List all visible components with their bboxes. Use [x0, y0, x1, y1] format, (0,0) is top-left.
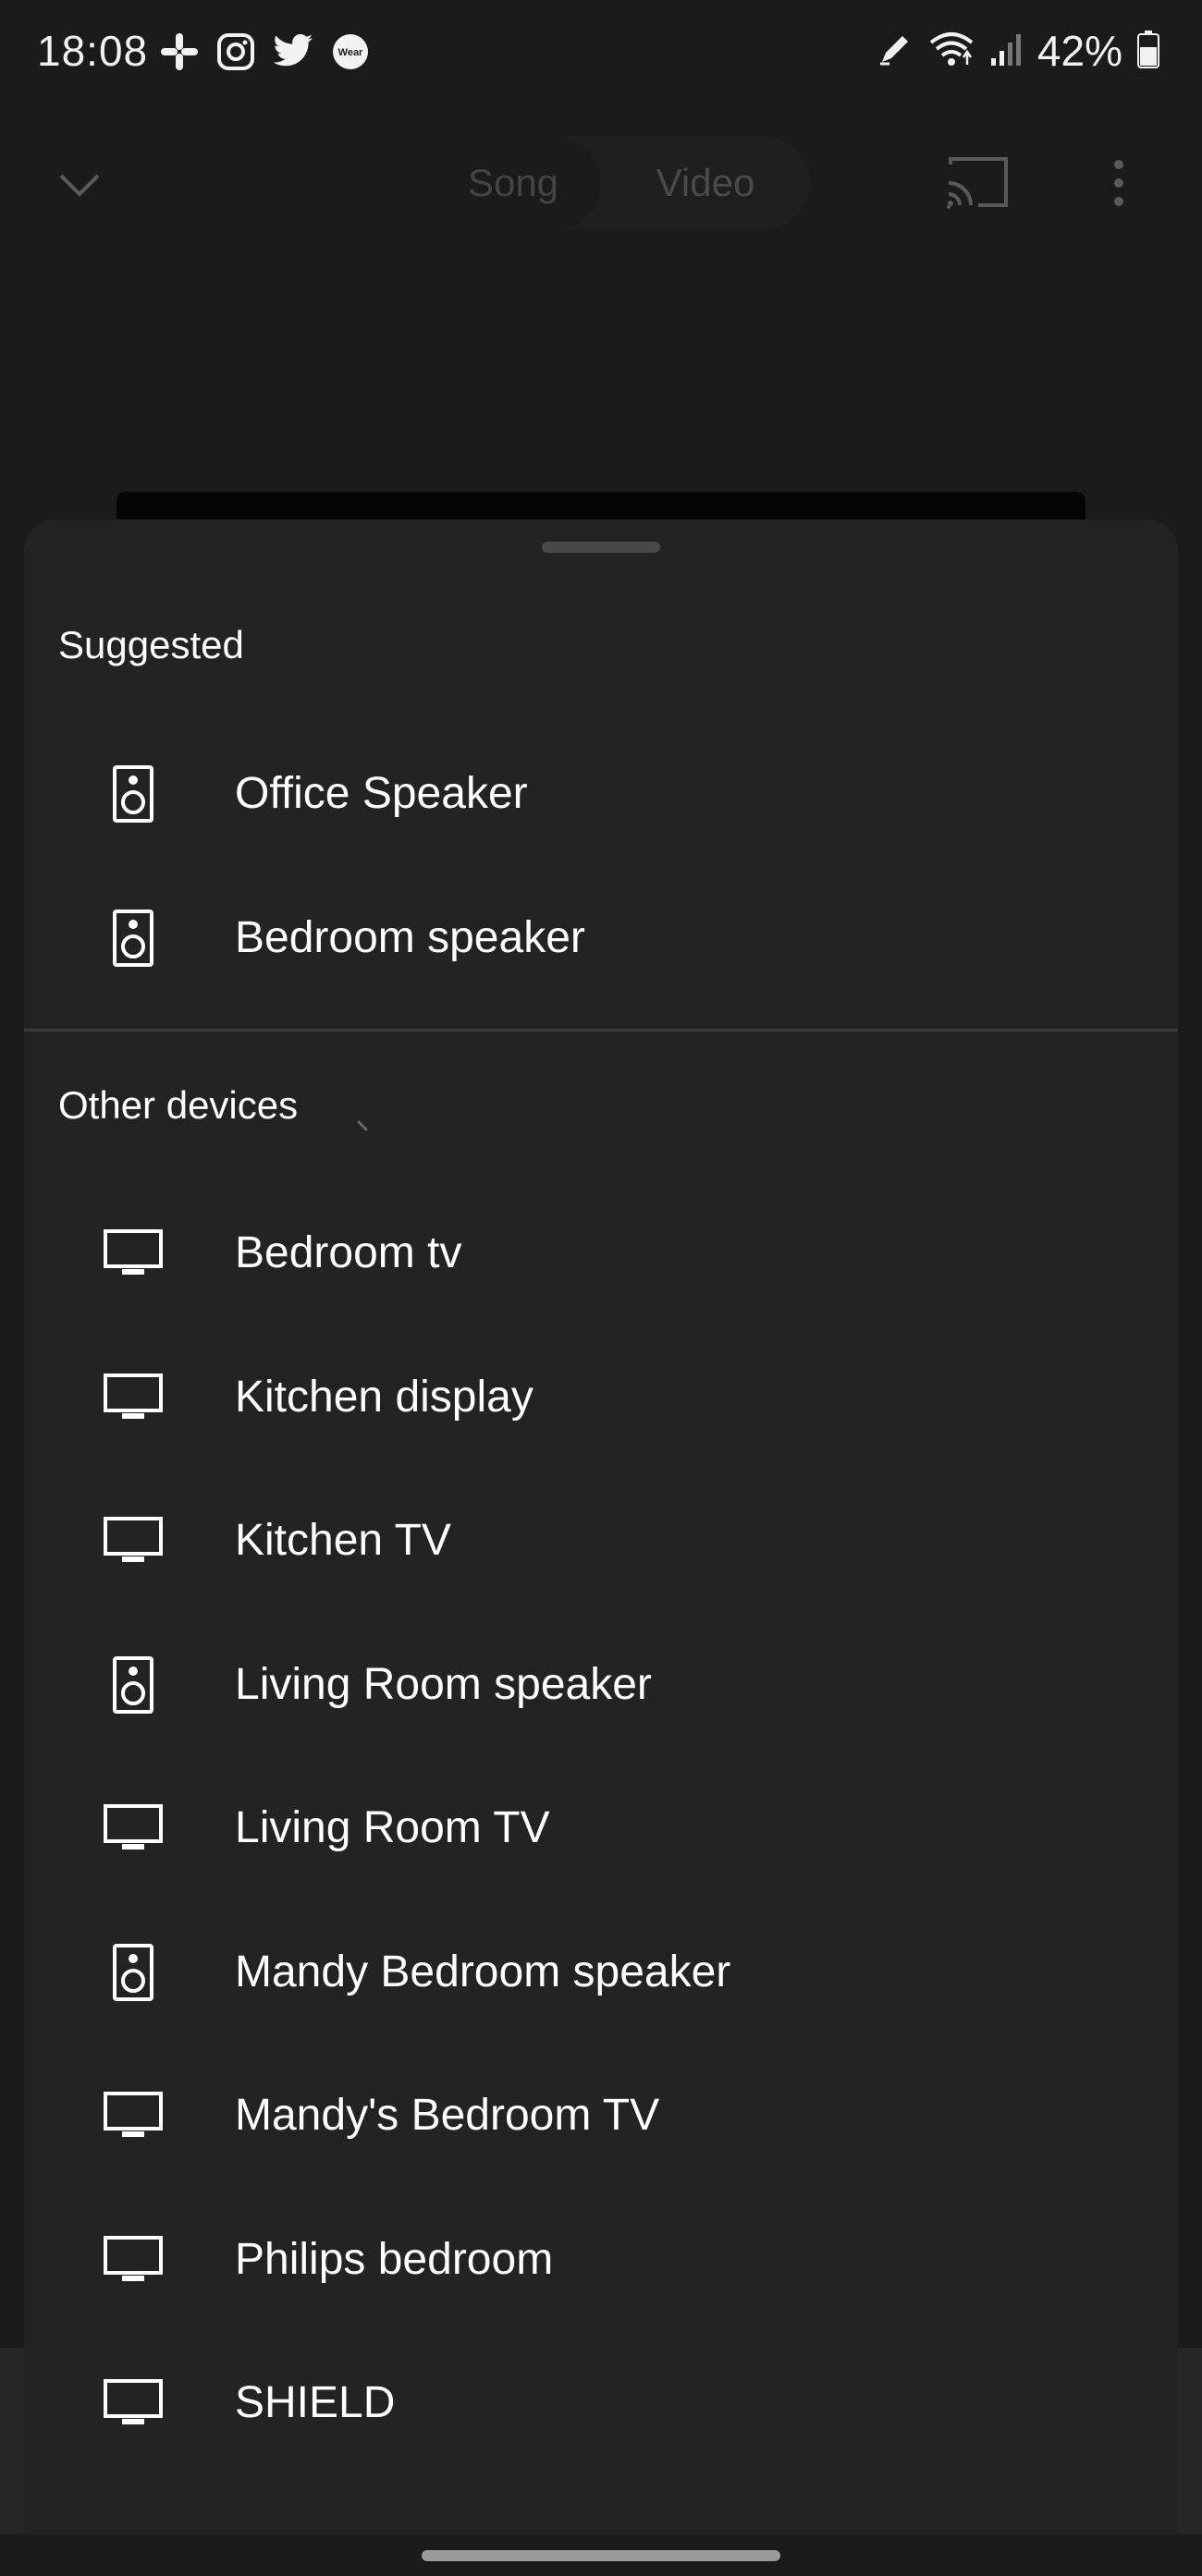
device-label: Philips bedroom: [235, 2234, 554, 2284]
device-label: Living Room TV: [235, 1803, 550, 1852]
device-label: Bedroom speaker: [235, 912, 585, 962]
tv-icon: [98, 2083, 168, 2148]
pen-icon: [877, 31, 914, 72]
speaker-icon: [98, 906, 168, 971]
battery-icon: [1137, 30, 1159, 73]
tab-song[interactable]: Song: [425, 137, 601, 229]
tv-icon: [98, 1365, 168, 1430]
device-row-shield[interactable]: SHIELD: [24, 2331, 1178, 2474]
device-row-philips-bedroom[interactable]: Philips bedroom: [24, 2188, 1178, 2331]
wifi-icon: [928, 30, 975, 73]
tv-icon: [98, 1796, 168, 1861]
device-row-bedroom-speaker[interactable]: Bedroom speaker: [24, 866, 1178, 1009]
chevron-down-icon: [59, 174, 100, 197]
device-label: Bedroom tv: [235, 1228, 462, 1277]
device-label: Living Room speaker: [235, 1659, 652, 1709]
tv-icon: [98, 2228, 168, 2292]
speaker-icon: [98, 762, 168, 826]
signal-icon: [989, 31, 1023, 72]
device-label: Office Speaker: [235, 769, 528, 818]
wear-label: Wear: [338, 47, 363, 58]
device-row-living-room-tv[interactable]: Living Room TV: [24, 1756, 1178, 1899]
tv-icon: [98, 2371, 168, 2436]
device-row-mandy-bedroom-speaker[interactable]: Mandy Bedroom speaker: [24, 1900, 1178, 2044]
speaker-icon: [98, 1653, 168, 1717]
device-label: Mandy Bedroom speaker: [235, 1947, 731, 1996]
tab-video[interactable]: Video: [601, 137, 810, 229]
home-gesture-pill[interactable]: [422, 2550, 780, 2561]
status-time: 18:08: [37, 27, 149, 75]
collapse-button[interactable]: [55, 166, 104, 203]
cast-button[interactable]: [945, 155, 1012, 211]
status-bar: 18:08 Wear 42%: [0, 0, 1202, 102]
suggested-title: Suggested: [58, 623, 244, 666]
twitter-icon: [272, 33, 314, 70]
tv-icon: [98, 1221, 168, 1286]
device-label: Mandy's Bedroom TV: [235, 2091, 660, 2140]
sheet-drag-handle[interactable]: [542, 542, 660, 553]
speaker-icon: [98, 1940, 168, 2005]
loading-spinner-icon: [357, 1120, 368, 1131]
system-icons: 42%: [877, 26, 1159, 76]
device-row-living-room-speaker[interactable]: Living Room speaker: [24, 1613, 1178, 1756]
device-row-bedroom-tv[interactable]: Bedroom tv: [24, 1181, 1178, 1325]
tv-icon: [98, 1508, 168, 1573]
instagram-icon: [216, 32, 255, 71]
slack-icon: [159, 31, 200, 72]
device-row-mandy-s-bedroom-tv[interactable]: Mandy's Bedroom TV: [24, 2044, 1178, 2187]
device-row-office-speaker[interactable]: Office Speaker: [24, 722, 1178, 865]
other-devices-title: Other devices: [58, 1083, 299, 1127]
screen: 18:08 Wear 42% Song Video Suggested Offi…: [0, 0, 1202, 2576]
device-row-kitchen-display[interactable]: Kitchen display: [24, 1325, 1178, 1469]
device-label: Kitchen display: [235, 1372, 534, 1422]
more-options-button[interactable]: [1106, 155, 1132, 211]
battery-percent: 42%: [1036, 27, 1122, 75]
notification-icons: Wear: [159, 31, 370, 72]
device-label: Kitchen TV: [235, 1516, 451, 1565]
cast-device-sheet: Suggested Office Speaker Bedroom speaker …: [24, 519, 1178, 2548]
device-label: SHIELD: [235, 2378, 396, 2427]
section-divider: [24, 1029, 1178, 1032]
cast-icon: [947, 157, 1008, 209]
device-row-kitchen-tv[interactable]: Kitchen TV: [24, 1469, 1178, 1612]
wear-icon: Wear: [331, 32, 370, 71]
more-vert-icon: [1114, 160, 1123, 206]
